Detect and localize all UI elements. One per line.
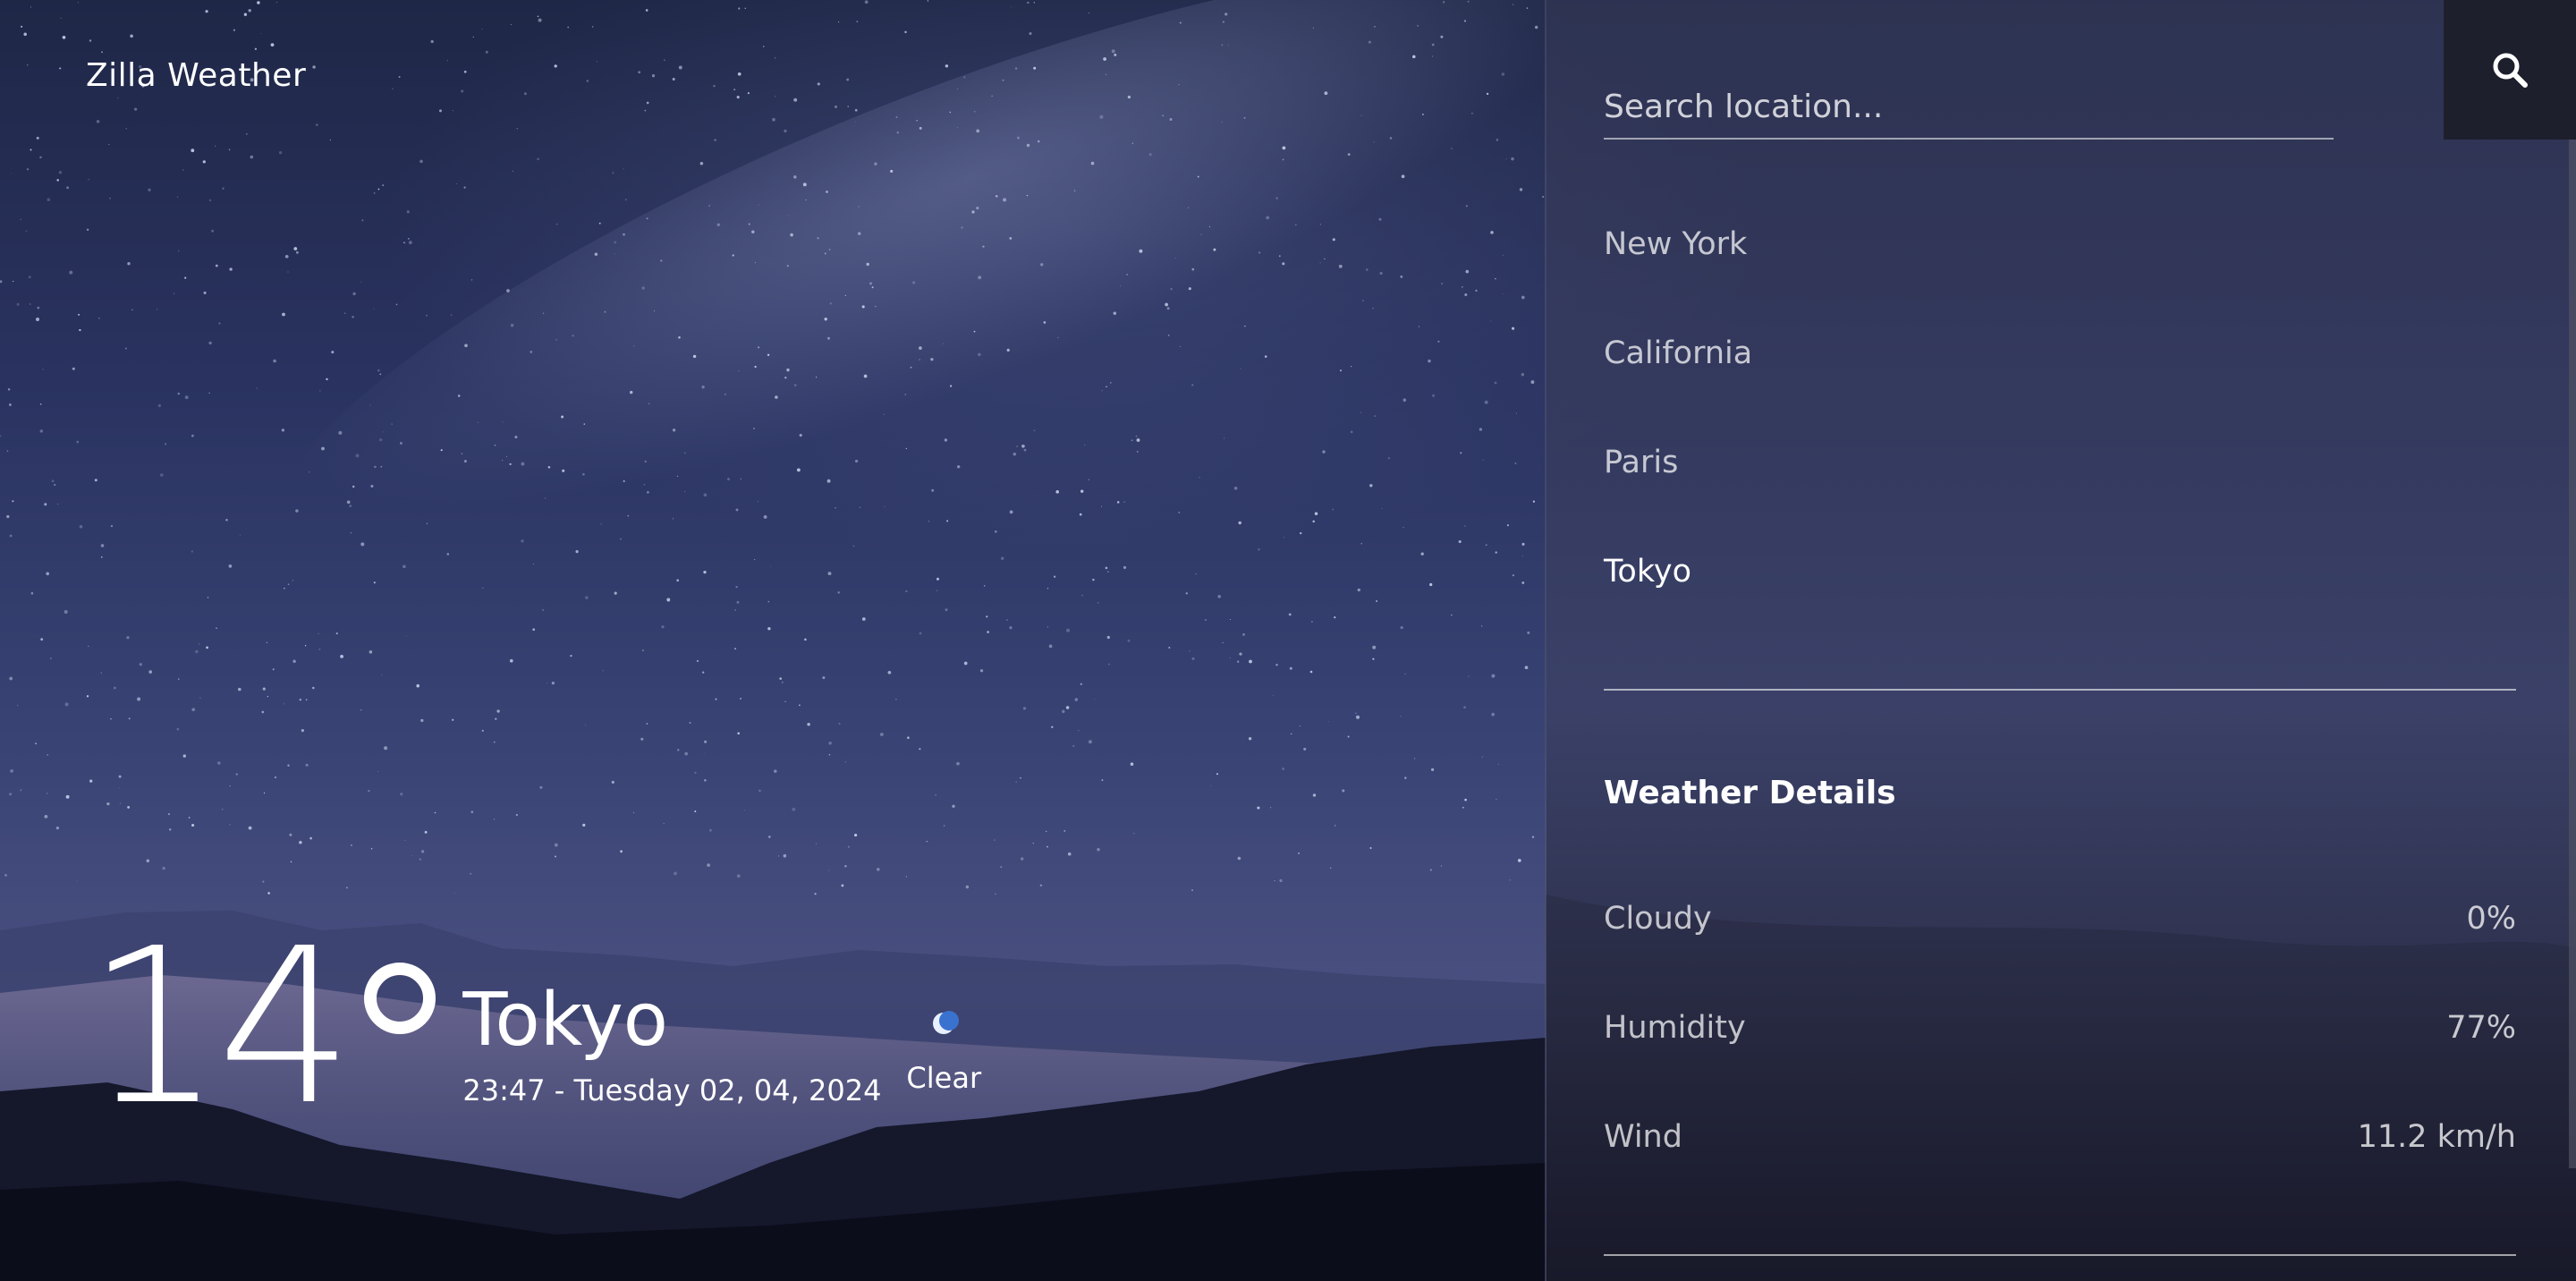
weather-app: Zilla Weather 14 Tokyo 23:47 - Tuesday 0… bbox=[0, 0, 2576, 1281]
current-location-block: Tokyo 23:47 - Tuesday 02, 04, 2024 bbox=[462, 978, 882, 1108]
search-icon bbox=[2493, 53, 2528, 88]
weather-details-title: Weather Details bbox=[1604, 775, 1896, 811]
current-weather: 14 Tokyo 23:47 - Tuesday 02, 04, 2024 Cl… bbox=[86, 920, 981, 1134]
weather-details-list: Cloudy 0% Humidity 77% Wind 11.2 km/h bbox=[1604, 896, 2516, 1224]
temperature-value: 14 bbox=[86, 902, 353, 1152]
divider bbox=[1604, 689, 2516, 691]
search-button[interactable] bbox=[2444, 0, 2576, 140]
divider-bottom bbox=[1604, 1254, 2516, 1256]
current-temperature: 14 bbox=[86, 920, 353, 1134]
location-list: New York California Paris Tokyo bbox=[1604, 222, 2516, 658]
brand-logo-text[interactable]: Zilla Weather bbox=[86, 57, 306, 94]
detail-label: Wind bbox=[1604, 1119, 1682, 1155]
detail-row-wind: Wind 11.2 km/h bbox=[1604, 1115, 2516, 1224]
detail-label: Humidity bbox=[1604, 1010, 1746, 1046]
moon-icon bbox=[926, 1005, 962, 1041]
current-datetime: 23:47 - Tuesday 02, 04, 2024 bbox=[462, 1073, 882, 1107]
condition-label: Clear bbox=[906, 1061, 982, 1095]
degree-symbol bbox=[364, 963, 436, 1034]
location-item-tokyo[interactable]: Tokyo bbox=[1604, 549, 2516, 658]
detail-value: 0% bbox=[2466, 901, 2516, 937]
search-input[interactable] bbox=[1604, 75, 2334, 140]
detail-value: 77% bbox=[2446, 1010, 2516, 1046]
detail-value: 11.2 km/h bbox=[2357, 1119, 2516, 1155]
detail-row-cloudy: Cloudy 0% bbox=[1604, 896, 2516, 1005]
detail-label: Cloudy bbox=[1604, 901, 1712, 937]
current-condition: Clear bbox=[906, 1005, 981, 1095]
panel-scrollbar[interactable] bbox=[2569, 140, 2576, 1168]
location-item-new-york[interactable]: New York bbox=[1604, 222, 2516, 331]
location-item-paris[interactable]: Paris bbox=[1604, 440, 2516, 549]
location-item-california[interactable]: California bbox=[1604, 331, 2516, 440]
current-city: Tokyo bbox=[462, 978, 668, 1063]
detail-row-humidity: Humidity 77% bbox=[1604, 1005, 2516, 1115]
